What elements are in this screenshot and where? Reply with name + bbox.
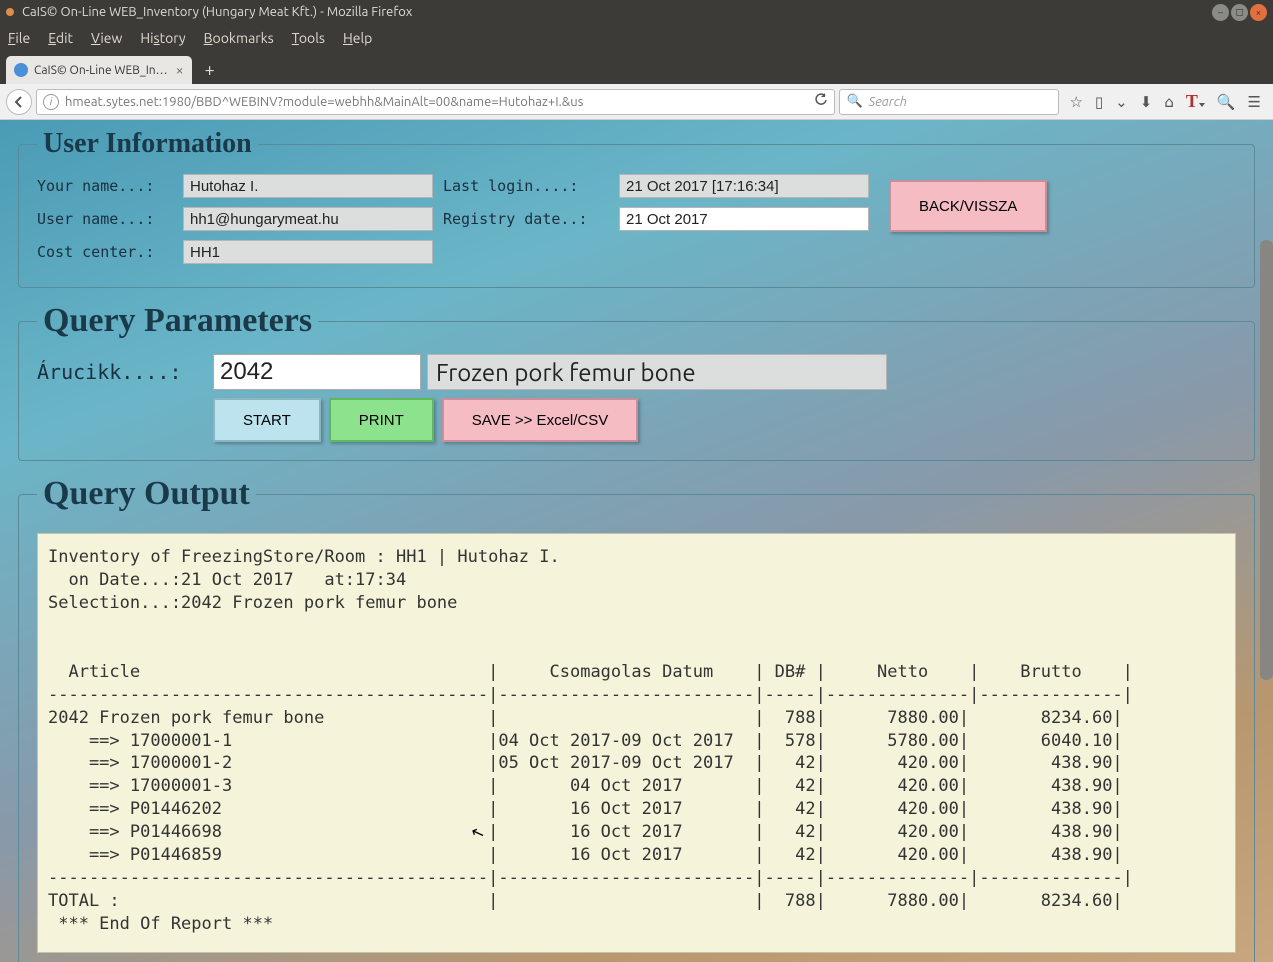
- user-info-legend: User Information: [37, 128, 258, 160]
- label-username: User name...:: [37, 210, 177, 228]
- pocket-icon[interactable]: ⌄: [1115, 93, 1128, 111]
- field-username[interactable]: [183, 207, 433, 231]
- user-info-section: User Information Your name...: User name…: [18, 128, 1255, 288]
- home-icon[interactable]: ⌂: [1164, 93, 1174, 111]
- toolbar-ext-search-icon[interactable]: 🔍: [1217, 93, 1236, 111]
- library-icon[interactable]: ▯: [1095, 93, 1103, 111]
- tab-favicon-icon: [14, 63, 28, 77]
- page-content: User Information Your name...: User name…: [0, 120, 1273, 962]
- article-desc-field: Frozen pork femur bone: [427, 354, 887, 390]
- search-icon: 🔍: [846, 94, 862, 109]
- window-titlebar: CaIS© On-Line WEB_Inventory (Hungary Mea…: [0, 0, 1273, 24]
- back-button[interactable]: BACK/VISSZA: [889, 180, 1047, 232]
- nav-back-button[interactable]: [6, 89, 32, 115]
- url-text: hmeat.sytes.net:1980/BBD^WEBINV?module=w…: [65, 95, 808, 109]
- site-info-icon[interactable]: i: [43, 94, 59, 110]
- menu-edit[interactable]: Edit: [48, 30, 73, 46]
- menu-help[interactable]: Help: [343, 30, 372, 46]
- label-yourname: Your name...:: [37, 177, 177, 195]
- tab-strip: CaIS© On-Line WEB_In… × +: [0, 52, 1273, 84]
- reload-button[interactable]: [814, 93, 828, 110]
- navigation-toolbar: i hmeat.sytes.net:1980/BBD^WEBINV?module…: [0, 84, 1273, 120]
- window-minimize-button[interactable]: –: [1212, 4, 1229, 21]
- query-output-section: Query Output ↖ Inventory of FreezingStor…: [18, 475, 1255, 962]
- tab-title: CaIS© On-Line WEB_In…: [34, 64, 168, 77]
- bookmark-star-icon[interactable]: ☆: [1069, 93, 1082, 111]
- report-output[interactable]: Inventory of FreezingStore/Room : HH1 | …: [37, 533, 1236, 953]
- app-indicator-icon: [6, 8, 14, 16]
- field-lastlogin[interactable]: [619, 174, 869, 198]
- window-title: CaIS© On-Line WEB_Inventory (Hungary Mea…: [22, 5, 1212, 19]
- menu-bookmarks[interactable]: Bookmarks: [204, 30, 274, 46]
- scrollbar-thumb[interactable]: [1260, 240, 1273, 680]
- reload-icon: [814, 93, 828, 107]
- save-csv-button[interactable]: SAVE >> Excel/CSV: [442, 398, 638, 442]
- query-params-section: Query Parameters Árucikk....: Frozen por…: [18, 302, 1255, 461]
- print-button[interactable]: PRINT: [329, 398, 434, 442]
- menu-file[interactable]: File: [8, 30, 30, 46]
- new-tab-button[interactable]: +: [200, 60, 220, 80]
- tab-close-icon[interactable]: ×: [176, 62, 184, 78]
- article-code-input[interactable]: [213, 354, 421, 390]
- field-regdate[interactable]: [619, 207, 869, 231]
- menu-history[interactable]: History: [140, 30, 185, 46]
- label-article: Árucikk....:: [37, 360, 207, 384]
- menu-tools[interactable]: Tools: [292, 30, 325, 46]
- query-params-legend: Query Parameters: [37, 302, 318, 340]
- label-costcenter: Cost center.:: [37, 243, 177, 261]
- start-button[interactable]: START: [213, 398, 321, 442]
- downloads-icon[interactable]: ⬇: [1140, 93, 1153, 111]
- search-field[interactable]: 🔍 Search: [839, 89, 1059, 115]
- window-maximize-button[interactable]: ◻: [1231, 4, 1248, 21]
- arrow-left-icon: [12, 95, 26, 109]
- label-regdate: Registry date..:: [443, 210, 613, 228]
- toolbar-ext-t-icon[interactable]: T: [1186, 91, 1205, 112]
- menu-bar: File Edit View History Bookmarks Tools H…: [0, 24, 1273, 52]
- search-placeholder: Search: [869, 95, 907, 109]
- query-output-legend: Query Output: [37, 475, 256, 513]
- window-close-button[interactable]: ×: [1250, 4, 1267, 21]
- field-yourname[interactable]: [183, 174, 433, 198]
- browser-tab[interactable]: CaIS© On-Line WEB_In… ×: [6, 56, 192, 84]
- url-field[interactable]: i hmeat.sytes.net:1980/BBD^WEBINV?module…: [36, 89, 835, 115]
- hamburger-menu-icon[interactable]: ☰: [1248, 93, 1261, 111]
- field-costcenter[interactable]: [183, 240, 433, 264]
- label-lastlogin: Last login....:: [443, 177, 613, 195]
- menu-view[interactable]: View: [91, 30, 122, 46]
